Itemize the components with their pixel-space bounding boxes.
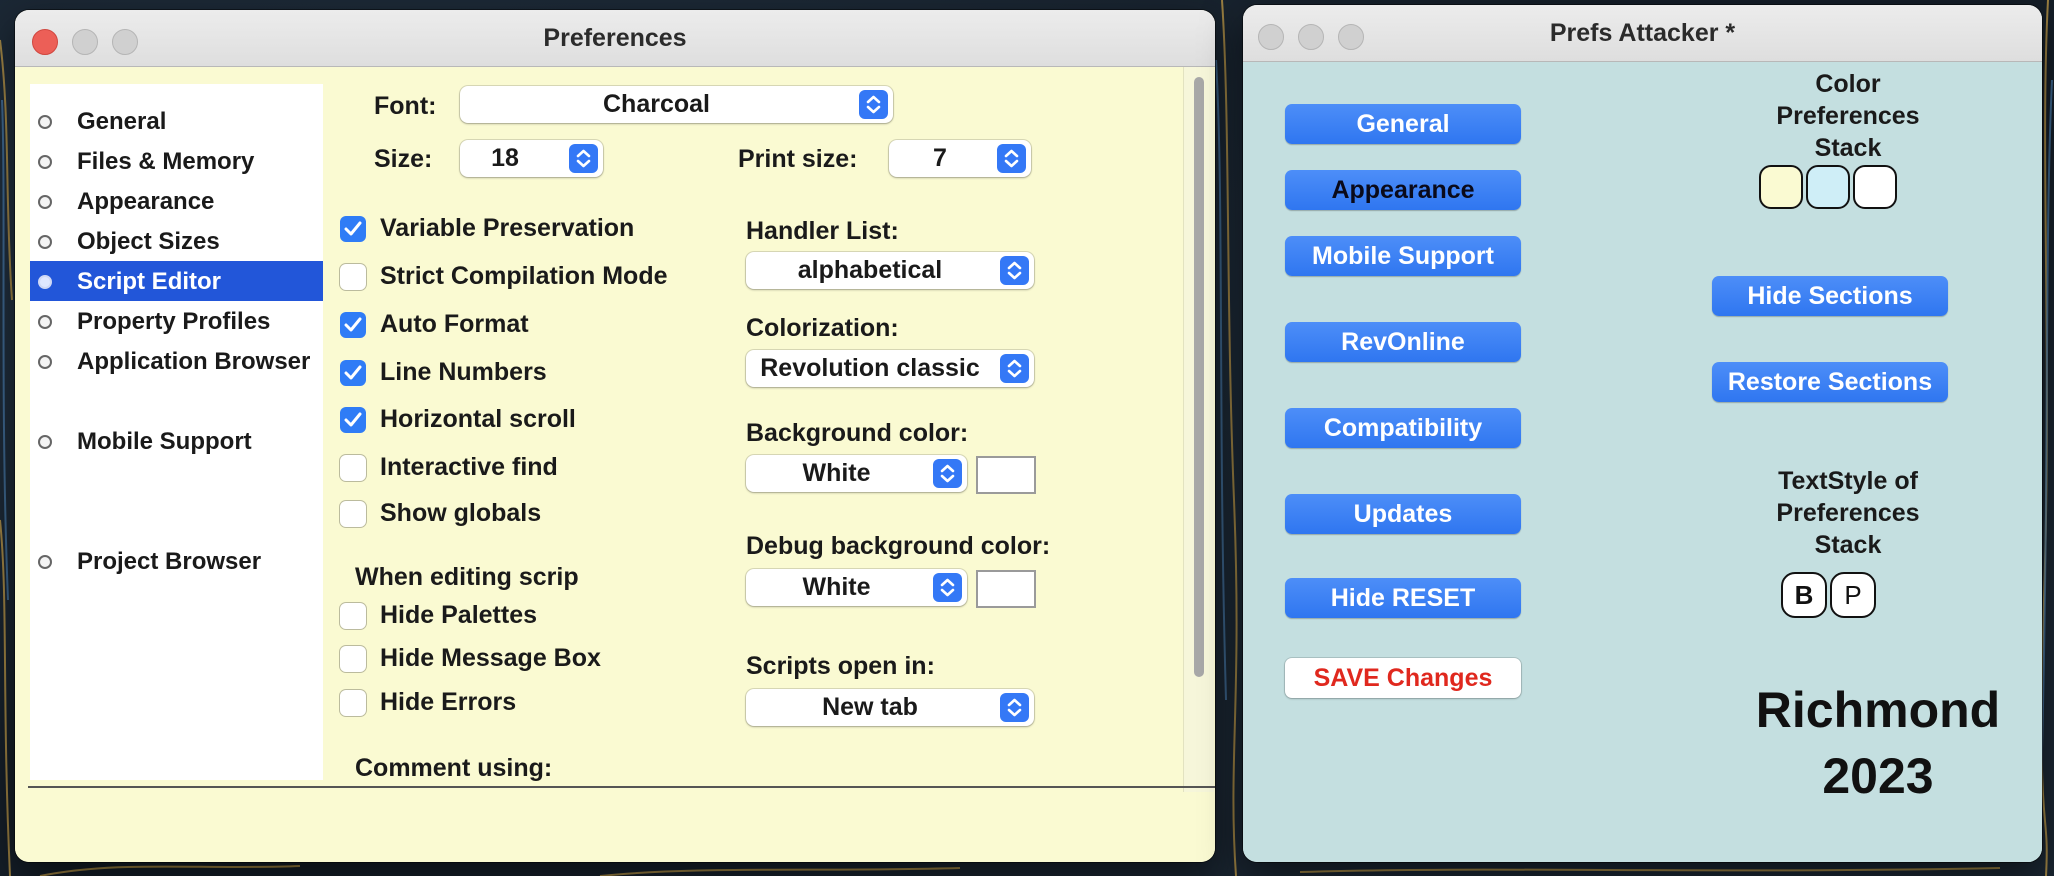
chevron-updown-icon [1000,693,1029,722]
revonline-button[interactable]: RevOnline [1285,322,1521,362]
checkmark-icon [340,216,366,242]
checkbox-hide-message-box[interactable]: Hide Message Box [340,642,640,678]
background-color-value: White [802,459,871,487]
background-color-swatch[interactable] [976,456,1036,494]
scripts-open-label: Scripts open in: [746,652,935,680]
handler-list-value: alphabetical [797,256,943,284]
checkbox-label: Auto Format [380,310,529,338]
chevron-updown-icon [859,90,888,119]
brand-line-2: 2023 [1822,748,1934,804]
window-title: Prefs Attacker * [1549,19,1736,47]
editing-heading: When editing scrip [355,563,579,591]
checkbox-label: Hide Palettes [380,601,538,629]
vertical-scrollbar[interactable] [1183,67,1214,792]
hide-reset-button[interactable]: Hide RESET [1285,578,1521,618]
checkbox-label: Strict Compilation Mode [380,262,668,290]
print-size-label: Print size: [738,145,858,173]
checkbox-label: Hide Message Box [380,644,601,672]
debug-background-swatch[interactable] [976,570,1036,608]
debug-background-popup[interactable]: White [746,569,967,606]
updates-button[interactable]: Updates [1285,494,1521,534]
color-preferences-label: Color Preferences Stack [1776,70,1920,162]
colorization-label: Colorization: [746,314,899,342]
checkbox-show-globals[interactable]: Show globals [340,497,640,533]
general-button[interactable]: General [1285,104,1521,144]
checkmark-icon [340,312,366,338]
plain-style-button[interactable]: P [1830,572,1876,618]
appearance-button[interactable]: Appearance [1285,170,1521,210]
prefs-attacker-body: General Appearance Mobile Support RevOnl… [1243,62,2042,862]
checkmark-icon [340,407,366,433]
handler-list-label: Handler List: [746,217,899,245]
size-label: Size: [374,145,433,173]
compatibility-button[interactable]: Compatibility [1285,408,1521,448]
chevron-updown-icon [933,459,962,488]
chevron-updown-icon [569,144,598,173]
print-size-value: 7 [933,144,947,172]
scripts-open-popup[interactable]: New tab [746,689,1034,726]
size-popup[interactable]: 18 [460,140,603,177]
checkbox-box [340,690,366,716]
divider [28,786,1215,788]
colorization-popup[interactable]: Revolution classic [746,350,1034,387]
textstyle-label: TextStyle of Preferences Stack [1776,467,1920,559]
checkbox-strict-compilation[interactable]: Strict Compilation Mode [340,260,710,296]
chevron-updown-icon [997,144,1026,173]
scripts-open-value: New tab [822,693,918,721]
script-editor-pane: Font: Charcoal Size: 18 Print size: 7 Va… [15,67,1215,862]
colorization-value: Revolution classic [760,354,980,382]
preferences-titlebar[interactable]: Preferences [15,10,1215,67]
prefs-attacker-titlebar[interactable]: Prefs Attacker * [1243,5,2042,62]
background-color-label: Background color: [746,419,969,447]
preferences-window: Preferences General Files & Memory Appea… [15,10,1215,862]
brand-line-1: Richmond [1755,682,2001,738]
checkbox-auto-format[interactable]: Auto Format [340,308,640,344]
chevron-updown-icon [1000,354,1029,383]
checkbox-variable-preservation[interactable]: Variable Preservation [340,212,670,248]
restore-sections-button[interactable]: Restore Sections [1712,362,1948,402]
checkbox-label: Horizontal scroll [380,405,576,433]
checkbox-horizontal-scroll[interactable]: Horizontal scroll [340,403,640,439]
debug-background-value: White [802,573,871,601]
hide-sections-button[interactable]: Hide Sections [1712,276,1948,316]
mobile-support-button[interactable]: Mobile Support [1285,236,1521,276]
font-value: Charcoal [603,90,710,118]
checkbox-label: Variable Preservation [380,214,635,242]
checkbox-label: Hide Errors [380,688,517,716]
chevron-updown-icon [1000,256,1029,285]
checkbox-box [340,603,366,629]
save-changes-button[interactable]: SAVE Changes [1285,658,1521,698]
color-swatch-blue[interactable] [1806,165,1850,209]
checkbox-hide-palettes[interactable]: Hide Palettes [340,599,640,635]
checkbox-interactive-find[interactable]: Interactive find [340,451,640,487]
checkbox-hide-errors[interactable]: Hide Errors [340,686,640,722]
checkbox-box [340,646,366,672]
preferences-body: General Files & Memory Appearance Object… [15,67,1215,862]
checkbox-box [340,455,366,481]
font-popup[interactable]: Charcoal [460,86,893,123]
background-color-popup[interactable]: White [746,455,967,492]
checkbox-line-numbers[interactable]: Line Numbers [340,356,640,392]
checkbox-box [340,264,366,290]
window-title: Preferences [543,24,687,52]
checkbox-label: Show globals [380,499,542,527]
chevron-updown-icon [933,573,962,602]
checkbox-box [340,501,366,527]
size-value: 18 [491,144,519,172]
debug-background-label: Debug background color: [746,532,1051,560]
font-label: Font: [374,92,437,120]
bold-style-button[interactable]: B [1781,572,1827,618]
print-size-popup[interactable]: 7 [889,140,1031,177]
handler-list-popup[interactable]: alphabetical [746,252,1034,289]
color-swatch-white[interactable] [1853,165,1897,209]
color-swatch-yellow[interactable] [1759,165,1803,209]
comment-using-label: Comment using: [355,754,553,782]
scrollbar-thumb[interactable] [1194,77,1204,677]
prefs-attacker-window: Prefs Attacker * General Appearance Mobi… [1243,5,2042,862]
checkmark-icon [340,360,366,386]
checkbox-label: Line Numbers [380,358,547,386]
checkbox-label: Interactive find [380,453,558,481]
